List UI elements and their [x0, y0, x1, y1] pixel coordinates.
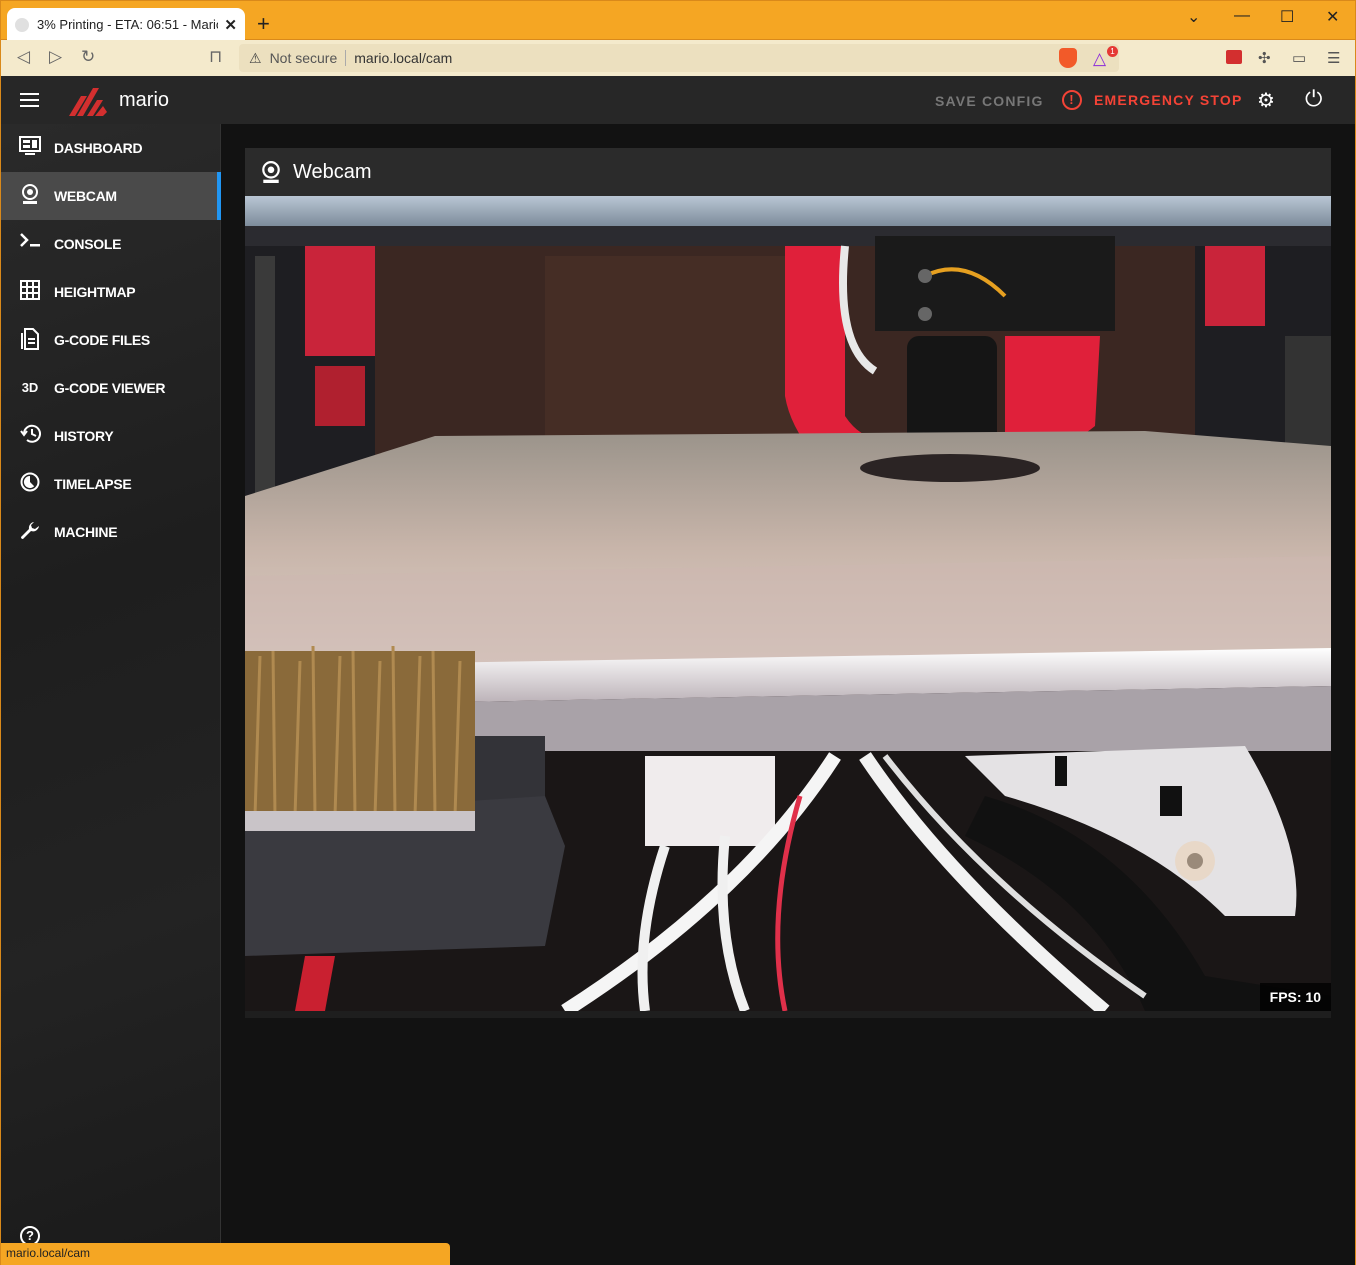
webcam-stream: FPS: 10 — [245, 196, 1331, 1011]
sidebar-item-gcode-viewer[interactable]: 3D G-CODE VIEWER — [1, 364, 221, 412]
browser-status-url: mario.local/cam — [1, 1243, 450, 1265]
sidebar-item-label: HEIGHTMAP — [54, 284, 136, 300]
sidebar-item-machine[interactable]: MACHINE — [1, 508, 221, 556]
reload-icon[interactable]: ↻ — [81, 47, 95, 67]
browser-titlebar: 3% Printing - ETA: 06:51 - Mario - ✕ + ⌄… — [0, 0, 1356, 41]
sidebar-item-webcam[interactable]: WEBCAM — [1, 172, 221, 220]
webcam-image — [245, 196, 1331, 1011]
new-tab-icon[interactable]: + — [257, 11, 270, 37]
back-icon[interactable]: ◁ — [17, 47, 30, 67]
power-icon[interactable]: ⏻ — [1305, 86, 1322, 112]
alert-circle-icon: ! — [1062, 90, 1082, 110]
extensions-puzzle-icon[interactable]: ✣ — [1258, 49, 1271, 67]
file-document-icon — [18, 328, 42, 352]
extension-icon[interactable] — [1226, 50, 1242, 64]
close-window-icon[interactable]: ✕ — [1326, 7, 1339, 27]
sidebar-item-heightmap[interactable]: HEIGHTMAP — [1, 268, 221, 316]
sidebar-item-history[interactable]: HISTORY — [1, 412, 221, 460]
mainsail-logo-icon — [69, 88, 107, 116]
forward-icon[interactable]: ▷ — [49, 47, 62, 67]
browser-tab[interactable]: 3% Printing - ETA: 06:51 - Mario - ✕ — [7, 8, 245, 41]
favicon-icon — [15, 17, 29, 32]
3d-icon: 3D — [21, 380, 39, 395]
sidebar-item-label: G-CODE VIEWER — [54, 380, 166, 396]
tab-search-chevron-icon[interactable]: ⌄ — [1187, 7, 1200, 27]
brave-rewards-icon[interactable]: △ — [1093, 49, 1106, 69]
wrench-icon — [18, 520, 42, 544]
not-secure-label: Not secure — [269, 50, 338, 66]
sidebar-item-gcode-files[interactable]: G-CODE FILES — [1, 316, 221, 364]
close-tab-icon[interactable]: ✕ — [224, 16, 237, 34]
emergency-stop-label: EMERGENCY STOP — [1094, 92, 1243, 108]
timelapse-icon — [18, 472, 42, 496]
address-bar[interactable]: ⚠ Not secure mario.local/cam — [239, 44, 1119, 72]
webcam-icon — [18, 184, 42, 208]
url-divider — [345, 50, 347, 66]
sidebar-item-dashboard[interactable]: DASHBOARD — [1, 124, 221, 172]
settings-gears-icon[interactable]: ⚙ — [1257, 88, 1275, 113]
emergency-stop-button[interactable]: ! EMERGENCY STOP — [1062, 90, 1243, 110]
wallet-icon[interactable]: ▭ — [1292, 49, 1306, 67]
hamburger-menu-icon[interactable] — [20, 93, 39, 107]
webcam-card: Webcam FPS: 10 — [245, 148, 1331, 1018]
sidebar-item-label: TIMELAPSE — [54, 476, 132, 492]
sidebar-item-label: CONSOLE — [54, 236, 122, 252]
sidebar: DASHBOARD WEBCAM CONSOLE HEIGHTMAP G-COD… — [0, 124, 221, 1265]
sidebar-item-label: HISTORY — [54, 428, 114, 444]
sidebar-item-timelapse[interactable]: TIMELAPSE — [1, 460, 221, 508]
tab-title: 3% Printing - ETA: 06:51 - Mario - — [37, 17, 219, 32]
app-bar: mario SAVE CONFIG ! EMERGENCY STOP ⚙ ⏻ — [0, 76, 1356, 124]
browser-toolbar: ◁ ▷ ↻ ⊓ ⚠ Not secure mario.local/cam △ 1… — [0, 40, 1356, 76]
browser-menu-icon[interactable]: ☰ — [1327, 49, 1340, 67]
sidebar-item-label: MACHINE — [54, 524, 118, 540]
sidebar-item-label: G-CODE FILES — [54, 332, 150, 348]
sidebar-item-console[interactable]: CONSOLE — [1, 220, 221, 268]
fps-badge: FPS: 10 — [1259, 983, 1331, 1011]
console-icon — [18, 232, 42, 256]
history-icon — [18, 424, 42, 448]
card-header: Webcam — [245, 148, 1331, 196]
minimize-icon[interactable]: — — [1234, 7, 1250, 25]
monitor-dashboard-icon — [18, 136, 42, 160]
main-content: Webcam FPS: 10 — [221, 124, 1356, 1265]
save-config-button[interactable]: SAVE CONFIG — [935, 93, 1044, 109]
sidebar-item-label: DASHBOARD — [54, 140, 143, 156]
rewards-badge: 1 — [1107, 46, 1118, 57]
url-text: mario.local/cam — [354, 50, 453, 66]
bookmark-icon[interactable]: ⊓ — [209, 47, 222, 67]
webcam-icon — [262, 161, 280, 183]
sidebar-item-label: WEBCAM — [54, 188, 117, 204]
warning-icon: ⚠ — [249, 49, 262, 66]
card-title: Webcam — [293, 160, 372, 183]
brave-shields-icon[interactable] — [1059, 48, 1077, 68]
printer-name: mario — [119, 89, 170, 111]
maximize-icon[interactable]: ☐ — [1280, 7, 1294, 27]
grid-icon — [18, 280, 42, 304]
